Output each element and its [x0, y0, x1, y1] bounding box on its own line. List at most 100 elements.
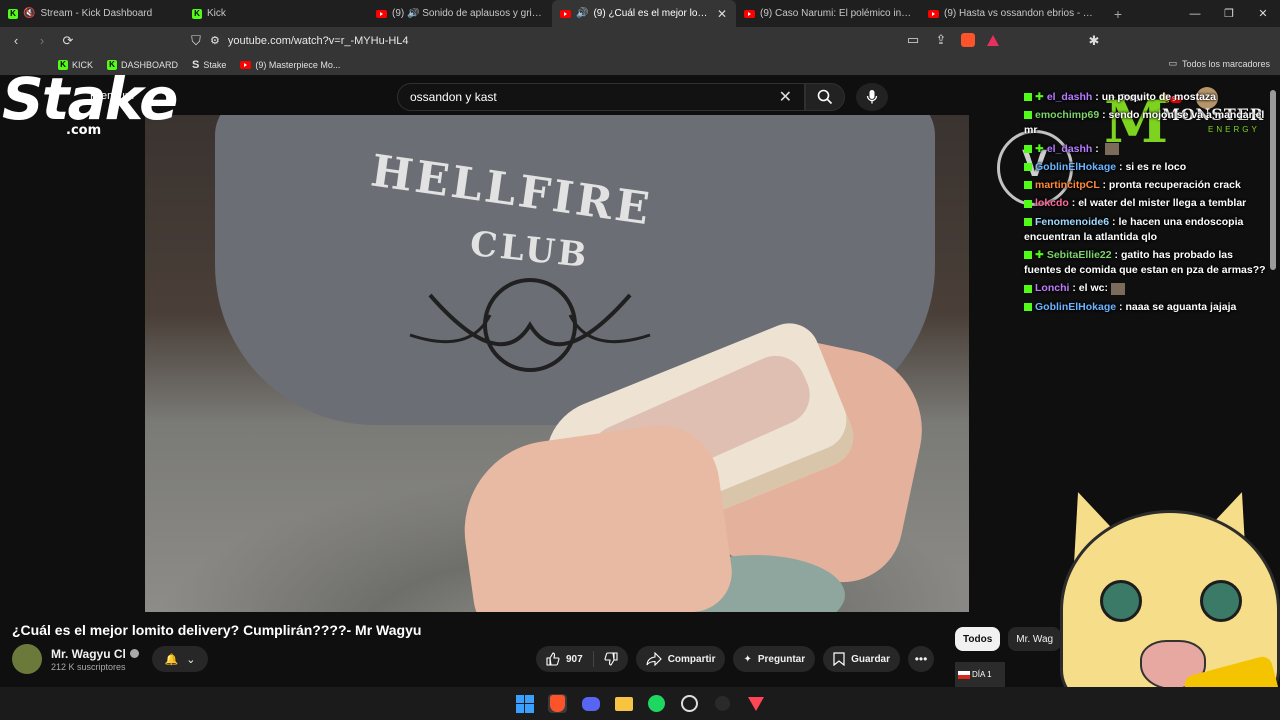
tab-label: Stream - Kick Dashboard: [40, 8, 153, 19]
like-dislike-group: 907: [536, 646, 628, 672]
brave-rewards-icon[interactable]: [987, 34, 999, 46]
chat-username[interactable]: el_dashh: [1047, 91, 1093, 103]
bookmark-label: Stake: [203, 59, 227, 70]
chat-message: GoblinElHokage : si es re loco: [1024, 160, 1266, 175]
brave-shields-icon[interactable]: [961, 33, 975, 47]
taskbar-obs[interactable]: [680, 694, 699, 713]
chat-message: martincitpCL : pronta recuperación crack: [1024, 178, 1266, 193]
chat-emote-icon: [1104, 142, 1119, 155]
chat-username[interactable]: Lonchi: [1035, 282, 1069, 294]
search-button[interactable]: [805, 83, 845, 111]
ask-button[interactable]: ✦ Preguntar: [733, 646, 816, 672]
subscriber-count: 212 K suscriptores: [51, 661, 126, 672]
chat-text: si es re loco: [1125, 160, 1187, 173]
related-video-thumbnail[interactable]: DÍA 1: [955, 662, 1005, 687]
maximize-icon[interactable]: ❐: [1212, 0, 1246, 27]
page-scrollbar[interactable]: [1270, 90, 1276, 270]
tab-kick-dashboard[interactable]: K 🔇 Stream - Kick Dashboard: [0, 0, 184, 27]
channel-name-row: Mr. Wagyu Cl: [51, 647, 139, 661]
share-button[interactable]: Compartir: [635, 646, 726, 672]
cat-eye-left: [1100, 580, 1142, 622]
taskbar-brave[interactable]: [548, 694, 567, 713]
like-button[interactable]: 907: [536, 651, 594, 667]
close-window-icon[interactable]: ✕: [1246, 0, 1280, 27]
share-label: Compartir: [667, 653, 716, 665]
search-icon: [817, 89, 833, 105]
back-icon[interactable]: ‹: [8, 33, 24, 49]
more-actions-button[interactable]: •••: [908, 646, 935, 672]
chat-text: naaa se aguanta jajaja: [1125, 300, 1237, 313]
tab-youtube-narumi[interactable]: (9) Caso Narumi: El polémico informe: [736, 0, 920, 27]
all-bookmarks-label: Todos los marcadores: [1181, 58, 1270, 69]
clear-search-icon[interactable]: ✕: [779, 87, 792, 107]
youtube-premium-logo[interactable]: Premium: [90, 90, 134, 102]
channel-name[interactable]: Mr. Wagyu Cl: [51, 647, 126, 661]
chat-username[interactable]: GoblinElHokage: [1035, 301, 1116, 313]
kick-badge-icon: [1024, 181, 1032, 190]
cast-icon[interactable]: ▭: [905, 32, 921, 48]
app-circle-icon: [715, 696, 730, 711]
chat-text: pronta recuperación crack: [1108, 179, 1241, 192]
url-text[interactable]: youtube.com/watch?v=r_-MYHu-HL4: [228, 35, 409, 47]
all-bookmarks[interactable]: ▭ Todos los marcadores: [1168, 58, 1270, 69]
kick-icon: K: [8, 8, 18, 19]
taskbar-spotify[interactable]: [647, 694, 666, 713]
bookmark-label: DASHBOARD: [121, 59, 179, 70]
tab-youtube-ossandon[interactable]: (9) Hasta vs ossandon ebrios - YouTu: [920, 0, 1104, 27]
video-player[interactable]: HELLFIRE CLUB: [145, 115, 969, 612]
reload-icon[interactable]: ⟳: [60, 33, 76, 49]
chip-mr-wagyu[interactable]: Mr. Wag: [1008, 627, 1062, 651]
taskbar-app[interactable]: [713, 694, 732, 713]
folder-icon: [614, 696, 633, 711]
bookmark-page-icon[interactable]: ⛉: [188, 33, 204, 49]
bookmark-stake[interactable]: S Stake: [192, 59, 226, 71]
chat-username[interactable]: martincitpCL: [1035, 179, 1100, 191]
bookmark-kick[interactable]: K KICK: [58, 59, 94, 70]
site-info-icon[interactable]: ⚙: [210, 34, 220, 47]
windows-start-button[interactable]: [515, 694, 534, 713]
bookmark-masterpiece[interactable]: (9) Masterpiece Mo...: [240, 60, 340, 70]
taskbar-valorant[interactable]: [746, 694, 765, 713]
related-filter-chips: Todos Mr. Wag: [955, 627, 1062, 651]
chat-username[interactable]: Fenomenoide6: [1035, 216, 1109, 228]
chat-message: ✚ el_dashh :: [1024, 142, 1266, 157]
tab-label: (9) Hasta vs ossandon ebrios - YouTu: [944, 8, 1096, 19]
chat-username[interactable]: emochimp69: [1035, 109, 1099, 121]
chat-text: el water del mister llega a temblar: [1078, 197, 1247, 210]
search-query[interactable]: ossandon y kast: [410, 90, 497, 104]
bookmark-label: KICK: [72, 59, 94, 70]
chat-username[interactable]: lokcdo: [1035, 197, 1069, 209]
voice-search-button[interactable]: [856, 83, 888, 111]
subscriber-badge-icon: ✚: [1035, 142, 1044, 155]
thumbs-down-icon: [604, 652, 618, 666]
taskbar-file-explorer[interactable]: [614, 694, 633, 713]
dislike-button[interactable]: [594, 652, 628, 666]
tab-youtube-lomito[interactable]: 🔊 (9) ¿Cuál es el mejor lomito d ✕: [552, 0, 736, 27]
chat-username[interactable]: GoblinElHokage: [1035, 161, 1116, 173]
speaker-icon[interactable]: 🔊: [576, 8, 588, 19]
extensions-icon[interactable]: ✱: [1086, 33, 1102, 49]
chat-username[interactable]: el_dashh: [1047, 143, 1093, 155]
tab-youtube-aplausos[interactable]: (9) 🔊 Sonido de aplausos y gritos d: [368, 0, 552, 27]
new-tab-button[interactable]: +: [1104, 0, 1132, 27]
channel-avatar[interactable]: [12, 644, 42, 674]
save-button[interactable]: Guardar: [823, 646, 901, 672]
microphone-icon: [866, 90, 878, 104]
tab-close-icon[interactable]: ✕: [716, 7, 728, 21]
subscription-bell-button[interactable]: 🔔 ⌄: [152, 646, 208, 672]
search-input[interactable]: ossandon y kast ✕: [397, 83, 805, 111]
address-bar[interactable]: ⚙ youtube.com/watch?v=r_-MYHu-HL4: [210, 31, 1010, 50]
like-count: 907: [566, 653, 583, 665]
youtube-icon: [560, 9, 571, 18]
bookmarks-bar: K KICK K DASHBOARD S Stake (9) Masterpie…: [0, 54, 1280, 75]
share-icon[interactable]: ⇪: [933, 32, 949, 48]
tab-kick[interactable]: K Kick: [184, 0, 368, 27]
forward-icon[interactable]: ›: [34, 33, 50, 49]
taskbar-discord[interactable]: [581, 694, 600, 713]
chip-todos[interactable]: Todos: [955, 627, 1001, 651]
youtube-icon: [376, 9, 387, 18]
kick-badge-icon: [1024, 302, 1032, 311]
chat-username[interactable]: SebitaEllie22: [1047, 249, 1112, 261]
minimize-icon[interactable]: —: [1178, 0, 1212, 27]
bookmark-dashboard[interactable]: K DASHBOARD: [107, 59, 179, 70]
